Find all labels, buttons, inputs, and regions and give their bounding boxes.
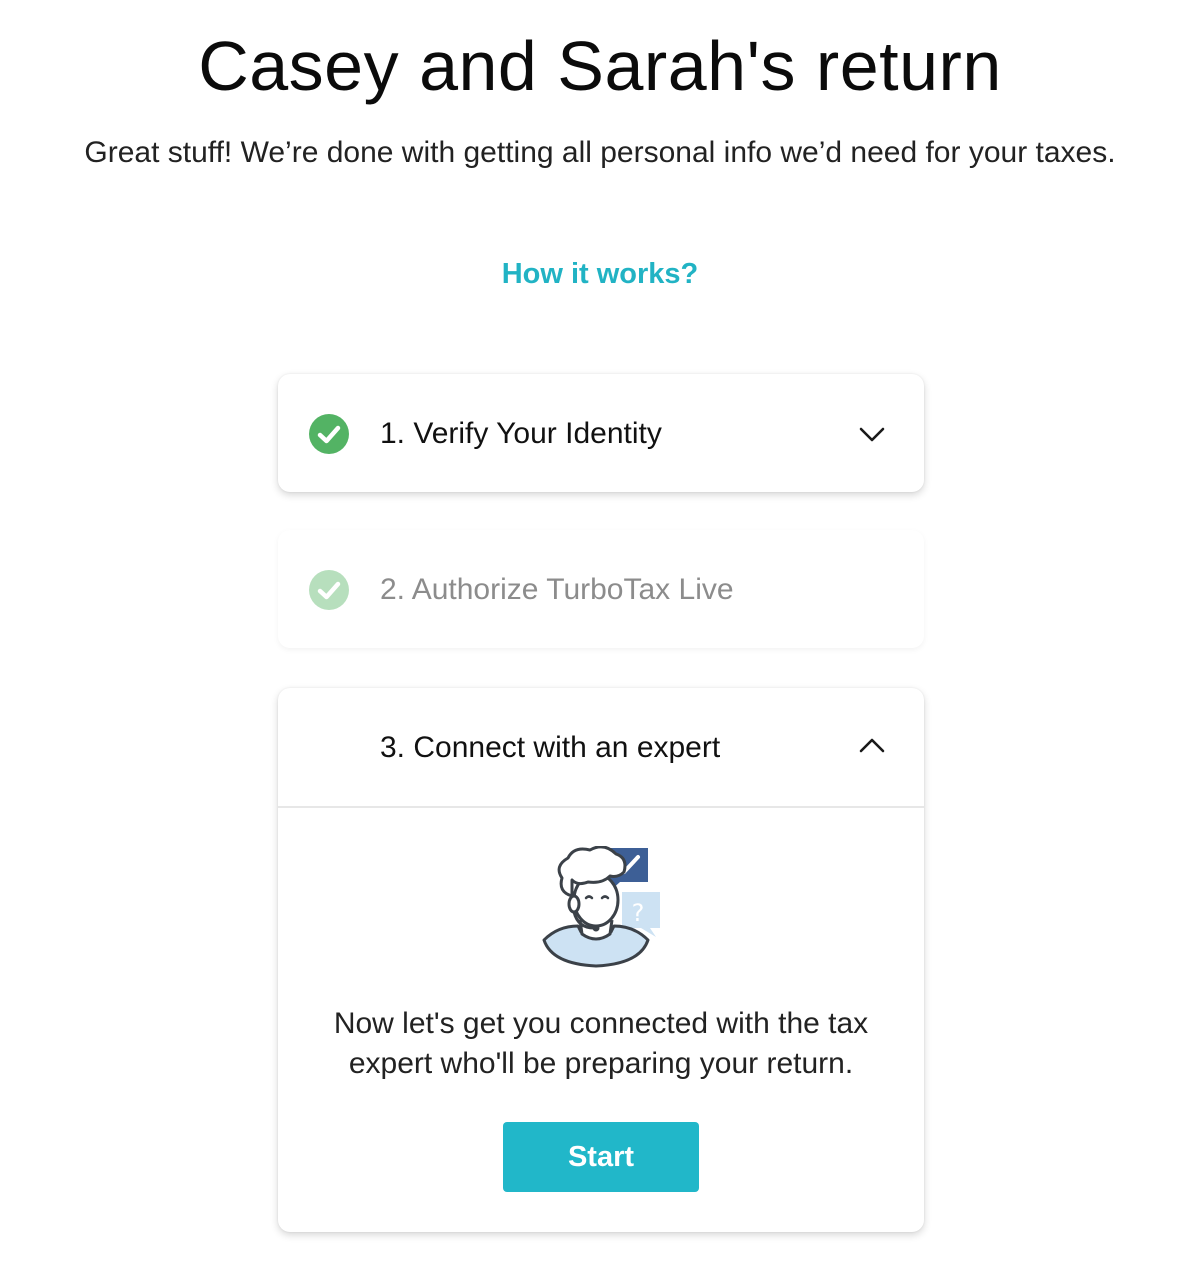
connect-expert-description: Now let's get you connected with the tax… [333,1007,869,1080]
check-circle-icon [309,570,349,610]
chevron-down-icon[interactable] [856,418,888,450]
step-header-verify-identity[interactable]: 1. Verify Your Identity [278,374,924,492]
step-label: 1. Verify Your Identity [380,417,662,450]
step-card-connect-expert: 3. Connect with an expert ? Now let's ge… [278,688,924,1232]
start-button[interactable]: Start [503,1122,699,1192]
step-header-connect-expert[interactable]: 3. Connect with an expert [278,688,924,806]
chevron-up-icon[interactable] [856,730,888,762]
step-label: 2. Authorize TurboTax Live [380,573,734,606]
tax-expert-chat-icon: ? [542,846,660,968]
page-title: Casey and Sarah's return [198,27,1002,105]
step-card-verify-identity: 1. Verify Your Identity [278,374,924,492]
step-header-authorize-turbotax: 2. Authorize TurboTax Live [278,530,924,648]
check-circle-icon [309,414,349,454]
svg-text:?: ? [632,899,645,927]
step-card-authorize-turbotax: 2. Authorize TurboTax Live [278,530,924,648]
how-it-works-link[interactable]: How it works? [0,256,1200,292]
page-subtitle: Great stuff! We’re done with getting all… [84,136,1116,169]
step-body-connect-expert: ? Now let's get you connected with the t… [278,808,924,1232]
step-label: 3. Connect with an expert [380,731,721,764]
